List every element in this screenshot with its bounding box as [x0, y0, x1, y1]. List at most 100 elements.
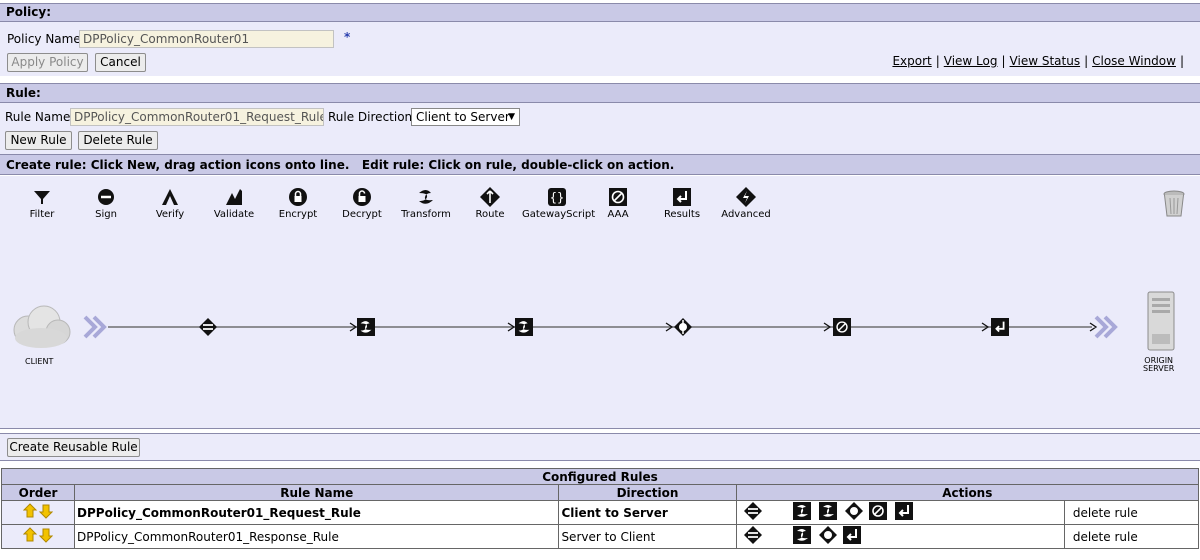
palette-label: Encrypt: [278, 209, 318, 220]
view-log-link[interactable]: View Log: [944, 54, 998, 68]
transform-icon: [818, 502, 837, 520]
rule-editor-canvas: Filter Sign Verify Validate Encrypt Decr…: [0, 176, 1200, 429]
delete-rule-link[interactable]: delete rule: [1063, 524, 1200, 549]
order-cell: [0, 524, 76, 549]
palette-validate[interactable]: Validate: [202, 187, 266, 220]
client-cloud-icon: [13, 305, 71, 348]
policy-name-label: Policy Name:: [7, 32, 85, 46]
results-icon: [673, 188, 691, 206]
palette-label: Filter: [29, 209, 55, 220]
table-row[interactable]: DPPolicy_CommonRouter01_Request_Rule Cli…: [0, 500, 1200, 525]
actions-cell: [735, 524, 1065, 549]
palette-gatewayscript[interactable]: {} GatewayScript: [522, 187, 596, 220]
palette-advanced[interactable]: Advanced: [714, 187, 778, 220]
column-actions: Actions: [735, 484, 1200, 501]
transform-icon: [792, 526, 811, 544]
delete-rule-button[interactable]: Delete Rule: [78, 131, 158, 150]
export-link[interactable]: Export: [892, 54, 931, 68]
trash-icon[interactable]: [1163, 190, 1185, 218]
link-separator: |: [1179, 54, 1184, 68]
validate-icon: [226, 189, 242, 205]
palette-transform[interactable]: Transform: [394, 187, 458, 220]
palette-verify[interactable]: Verify: [138, 187, 202, 220]
palette-encrypt[interactable]: Encrypt: [266, 187, 330, 220]
gatewayscript-icon: {}: [548, 188, 566, 206]
rule-actions-strip: [743, 526, 861, 544]
order-arrows-icon[interactable]: [22, 527, 54, 543]
order-cell: [0, 500, 76, 525]
server-label: ORIGIN SERVER: [1143, 357, 1174, 373]
actions-cell: [735, 500, 1065, 525]
policy-header: Policy:: [0, 3, 1200, 22]
reusable-panel: Create Reusable Rule: [0, 433, 1200, 461]
direction-cell: Server to Client: [558, 524, 737, 549]
table-row[interactable]: DPPolicy_CommonRouter01_Response_Rule Se…: [0, 524, 1200, 549]
cancel-button[interactable]: Cancel: [95, 53, 146, 72]
client-label: CLIENT: [25, 357, 54, 366]
aaa-icon: [609, 188, 627, 206]
transform-icon[interactable]: [515, 318, 533, 336]
palette-label: Validate: [213, 209, 255, 220]
route-icon[interactable]: [673, 317, 693, 337]
route-icon: [818, 526, 837, 544]
results-icon[interactable]: [991, 318, 1009, 336]
policy-section-title: Policy:: [6, 5, 51, 19]
decrypt-icon: [353, 188, 371, 206]
palette-label: Verify: [155, 209, 185, 220]
palette-decrypt[interactable]: Decrypt: [330, 187, 394, 220]
rule-direction-select[interactable]: Client to Server ▼: [411, 108, 520, 126]
server-label-line2: SERVER: [1143, 364, 1175, 373]
rule-name-cell[interactable]: DPPolicy_CommonRouter01_Request_Rule: [74, 500, 560, 525]
policy-panel: Policy Name: DPPolicy_CommonRouter01 * A…: [0, 22, 1200, 76]
svg-text:{}: {}: [550, 191, 564, 205]
palette-results[interactable]: Results: [650, 187, 714, 220]
chevron-down-icon: ▼: [508, 112, 515, 122]
configured-rules-table: Configured Rules Order Rule Name Directi…: [0, 468, 1200, 549]
palette-label: Decrypt: [342, 209, 382, 220]
rule-direction-label: Rule Direction:: [328, 110, 417, 124]
filter-icon: [34, 191, 50, 204]
apply-policy-button[interactable]: Apply Policy: [7, 53, 88, 72]
policy-links: Export | View Log | View Status | Close Window…: [892, 54, 1188, 68]
rule-panel: Rule Name: DPPolicy_CommonRouter01_Reque…: [0, 103, 1200, 154]
aaa-icon[interactable]: [833, 318, 851, 336]
palette-label: Transform: [401, 209, 451, 220]
palette-sign[interactable]: Sign: [74, 187, 138, 220]
match-icon[interactable]: [198, 317, 218, 337]
view-status-link[interactable]: View Status: [1010, 54, 1081, 68]
create-reusable-rule-button[interactable]: Create Reusable Rule: [7, 438, 140, 457]
palette-label: Sign: [95, 209, 117, 220]
close-window-link[interactable]: Close Window: [1092, 54, 1176, 68]
palette-route[interactable]: Route: [458, 187, 522, 220]
palette-filter[interactable]: Filter: [10, 187, 74, 220]
route-icon: [480, 187, 500, 207]
aaa-icon: [868, 502, 887, 520]
palette-label: Route: [475, 209, 505, 220]
transform-icon: [792, 502, 811, 520]
palette-label: Results: [663, 209, 701, 220]
policy-name-field[interactable]: DPPolicy_CommonRouter01: [79, 30, 334, 48]
rule-name-cell[interactable]: DPPolicy_CommonRouter01_Response_Rule: [74, 524, 560, 549]
rule-name-field[interactable]: DPPolicy_CommonRouter01_Request_Rule: [70, 108, 324, 126]
order-arrows-icon[interactable]: [22, 503, 54, 519]
match-icon: [743, 502, 762, 520]
origin-server-icon: [1147, 291, 1175, 351]
match-icon: [743, 526, 762, 544]
rule-direction-value: Client to Server: [416, 110, 510, 124]
rule-header: Rule:: [0, 83, 1200, 103]
rule-actions-strip: [743, 502, 913, 520]
required-mark: *: [344, 30, 351, 44]
link-separator: |: [935, 54, 940, 68]
transform-icon[interactable]: [357, 318, 375, 336]
palette-aaa[interactable]: AAA: [586, 187, 650, 220]
route-icon: [844, 502, 863, 520]
new-rule-button[interactable]: New Rule: [5, 131, 72, 150]
transform-icon: [419, 190, 433, 204]
palette-label: AAA: [607, 209, 629, 220]
rule-pipeline[interactable]: [80, 314, 1120, 340]
configured-rules-title: Configured Rules: [1, 468, 1199, 485]
palette-label: GatewayScript: [522, 209, 596, 220]
direction-cell: Client to Server: [558, 500, 737, 525]
instructions-bar: Create rule: Click New, drag action icon…: [0, 154, 1200, 175]
delete-rule-link[interactable]: delete rule: [1063, 500, 1200, 525]
